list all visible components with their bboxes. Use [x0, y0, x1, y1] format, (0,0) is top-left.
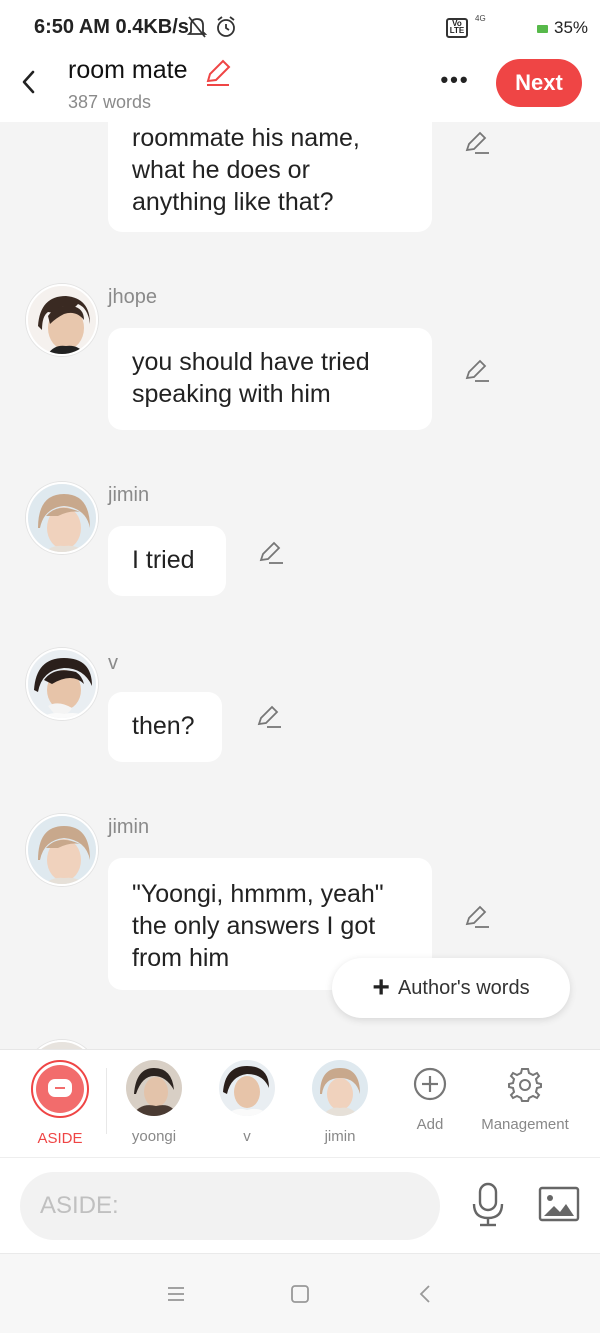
aside-input[interactable]: [20, 1172, 440, 1240]
character-label: Management: [481, 1116, 569, 1133]
sender-name: v: [108, 652, 118, 674]
avatar-jhope[interactable]: [26, 284, 98, 356]
word-count: 387 words: [68, 92, 152, 112]
character-label: yoongi: [131, 1128, 177, 1145]
character-aside[interactable]: ASIDE: [20, 1060, 100, 1147]
story-title: room mate: [68, 56, 188, 84]
message-text-line: I tried: [132, 546, 195, 574]
edit-message-icon[interactable]: [258, 540, 284, 566]
message-text-line: then?: [132, 712, 195, 740]
mute-bell-icon: [186, 16, 208, 38]
edit-message-icon[interactable]: [256, 704, 282, 730]
authors-words-label: Author's words: [397, 976, 530, 999]
avatar-jimin: [312, 1060, 368, 1116]
avatar-partial: [26, 1040, 98, 1049]
network-indicator: 4G: [475, 14, 486, 23]
microphone-icon[interactable]: [470, 1182, 506, 1228]
battery-icon: [537, 25, 548, 33]
message-text-line: you should have tried: [132, 348, 370, 376]
message-bubble[interactable]: then?: [108, 692, 222, 762]
character-label: ASIDE: [37, 1130, 83, 1147]
plus-icon: +: [372, 971, 390, 1004]
message-text-line: roommate his name,: [132, 124, 360, 152]
back-arrow-icon[interactable]: [414, 1282, 438, 1306]
add-character-button[interactable]: Add: [390, 1060, 470, 1133]
back-button[interactable]: [14, 64, 46, 100]
next-button[interactable]: Next: [496, 59, 582, 107]
message-text-line: what he does or: [132, 156, 310, 184]
message-bubble[interactable]: you should have tried speaking with him: [108, 328, 432, 430]
edit-message-icon[interactable]: [464, 130, 490, 156]
divider: [106, 1068, 107, 1134]
status-time: 6:50 AM 0.4KB/s: [34, 16, 189, 38]
chat-list[interactable]: roommate his name, what he does or anyth…: [0, 122, 600, 1049]
system-nav-bar: [0, 1253, 600, 1333]
battery-level: 35%: [554, 18, 589, 37]
character-selector-bar: ASIDE yoongi v jimin Add Management: [0, 1049, 600, 1157]
more-options-button[interactable]: •••: [436, 69, 474, 92]
chat-bubble-icon: [48, 1079, 72, 1097]
avatar-v: [219, 1060, 275, 1116]
message-text-line: "Yoongi, hmmm, yeah": [132, 880, 384, 908]
menu-icon[interactable]: [164, 1282, 188, 1306]
status-bar: 6:50 AM 0.4KB/s Vo LTE 4G 35%: [0, 0, 600, 56]
message-text-line: anything like that?: [132, 188, 334, 216]
edit-title-icon[interactable]: [203, 58, 233, 88]
alarm-icon: [217, 16, 235, 37]
character-label: v: [243, 1128, 251, 1145]
avatar-yoongi: [126, 1060, 182, 1116]
character-yoongi[interactable]: yoongi: [114, 1060, 194, 1145]
character-label: Add: [416, 1116, 444, 1133]
plus-circle-icon: [413, 1067, 447, 1101]
message-bubble[interactable]: I tried: [108, 526, 226, 596]
message-text-line: the only answers I got: [132, 912, 376, 940]
avatar-jimin[interactable]: [26, 814, 98, 886]
message-bubble[interactable]: roommate his name, what he does or anyth…: [108, 122, 432, 232]
message-text-line: speaking with him: [132, 380, 331, 408]
authors-words-button[interactable]: + Author's words: [332, 958, 570, 1018]
edit-message-icon[interactable]: [464, 904, 490, 930]
aside-avatar: [31, 1060, 89, 1118]
gear-icon: [508, 1068, 542, 1102]
avatar-v[interactable]: [26, 648, 98, 720]
edit-message-icon[interactable]: [464, 358, 490, 384]
avatar-jimin[interactable]: [26, 482, 98, 554]
management-button[interactable]: Management: [474, 1060, 576, 1133]
sender-name: jimin: [108, 816, 150, 838]
character-label: jimin: [324, 1128, 356, 1145]
sender-name: jimin: [108, 484, 150, 506]
top-app-bar: room mate 387 words ••• Next: [0, 56, 600, 122]
sender-name: jhope: [108, 286, 157, 308]
input-row: [0, 1157, 600, 1253]
volte-icon: Vo LTE: [446, 18, 468, 38]
character-jimin[interactable]: jimin: [300, 1060, 380, 1145]
image-icon[interactable]: [538, 1186, 580, 1222]
home-square-icon[interactable]: [288, 1282, 312, 1306]
character-v[interactable]: v: [207, 1060, 287, 1145]
